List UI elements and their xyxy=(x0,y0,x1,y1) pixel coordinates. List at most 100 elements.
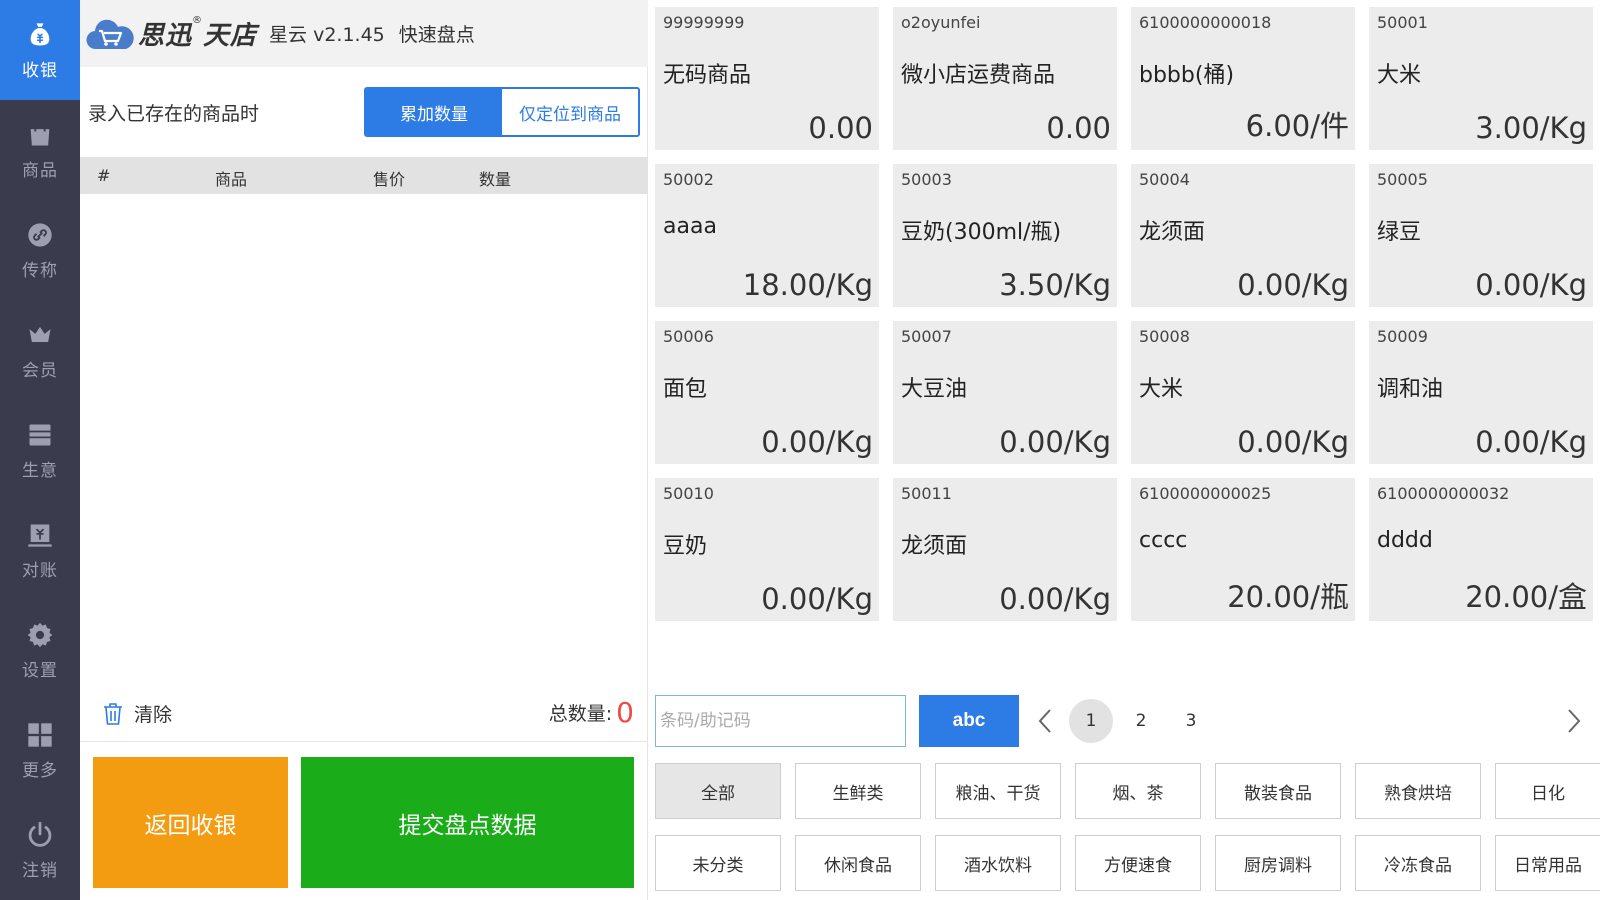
sidebar-item-label: 注销 xyxy=(22,860,58,881)
page-title: 快速盘点 xyxy=(398,24,475,46)
product-name: dddd xyxy=(1377,528,1433,553)
page-1-button[interactable]: 1 xyxy=(1069,699,1113,743)
product-price: 0.00/Kg xyxy=(1237,268,1349,302)
sidebar-item-products[interactable]: 商品 xyxy=(0,100,80,200)
product-tile[interactable]: 50004 龙须面 0.00/Kg xyxy=(1131,164,1355,307)
product-name: 豆奶(300ml/瓶) xyxy=(901,220,1062,245)
product-tile[interactable]: 6100000000032 dddd 20.00/盒 xyxy=(1369,478,1593,621)
product-code: 50005 xyxy=(1377,170,1428,189)
clear-button[interactable]: 清除 xyxy=(102,700,172,727)
submit-inventory-button[interactable]: 提交盘点数据 xyxy=(301,757,634,888)
inventory-panel: 思迅®天店 星云 v2.1.45 快速盘点 录入已存在的商品时 累加数量 仅定位… xyxy=(80,0,648,900)
product-price: 18.00/Kg xyxy=(742,268,873,302)
sidebar-item-cashier[interactable]: 收银 xyxy=(0,0,80,100)
product-tile[interactable]: 50011 龙须面 0.00/Kg xyxy=(893,478,1117,621)
product-price: 20.00/瓶 xyxy=(1227,580,1349,614)
sidebar-item-members[interactable]: 会员 xyxy=(0,300,80,400)
product-price: 0.00/Kg xyxy=(1475,268,1587,302)
product-tile[interactable]: 50002 aaaa 18.00/Kg xyxy=(655,164,879,307)
logo-text-part1: 思迅 xyxy=(138,21,193,51)
category-bulk-food[interactable]: 散装食品 xyxy=(1215,763,1341,819)
category-all[interactable]: 全部 xyxy=(655,763,781,819)
page-3-button[interactable]: 3 xyxy=(1169,699,1213,743)
product-tile[interactable]: 6100000000025 cccc 20.00/瓶 xyxy=(1131,478,1355,621)
sidebar-item-business[interactable]: 生意 xyxy=(0,400,80,500)
sidebar-item-more[interactable]: 更多 xyxy=(0,700,80,800)
product-name: 大米 xyxy=(1139,377,1184,402)
category-daily-goods[interactable]: 日常用品 xyxy=(1495,835,1600,891)
product-name: 无码商品 xyxy=(663,63,752,88)
total-label: 总数量: xyxy=(548,703,613,725)
sidebar-item-settings[interactable]: 设置 xyxy=(0,600,80,700)
item-table-header: # 商品 售价 数量 xyxy=(80,157,648,194)
category-tobacco-tea[interactable]: 烟、茶 xyxy=(1075,763,1201,819)
column-index: # xyxy=(97,166,111,185)
barcode-search-input[interactable] xyxy=(655,695,906,747)
product-code: 6100000000032 xyxy=(1377,484,1510,503)
summary-bar: 清除 总数量: 0 xyxy=(80,690,648,742)
sidebar-item-scale[interactable]: 传称 xyxy=(0,200,80,300)
logo-registered-mark: ® xyxy=(192,15,204,26)
category-frozen-food[interactable]: 冷冻食品 xyxy=(1355,835,1481,891)
power-icon xyxy=(25,820,55,850)
back-to-cashier-button[interactable]: 返回收银 xyxy=(93,757,288,888)
product-tile[interactable]: o2oyunfei 微小店运费商品 0.00 xyxy=(893,7,1117,150)
product-code: 50007 xyxy=(901,327,952,346)
entry-mode-label: 录入已存在的商品时 xyxy=(88,103,260,125)
product-price: 20.00/盒 xyxy=(1465,580,1587,614)
category-deli-bakery[interactable]: 熟食烘培 xyxy=(1355,763,1481,819)
product-tile[interactable]: 50001 大米 3.00/Kg xyxy=(1369,7,1593,150)
entry-mode-row: 录入已存在的商品时 累加数量 仅定位到商品 xyxy=(80,67,648,157)
page-next-button[interactable] xyxy=(1564,707,1584,735)
category-kitchen-seasoning[interactable]: 厨房调料 xyxy=(1215,835,1341,891)
product-tile[interactable]: 50008 大米 0.00/Kg xyxy=(1131,321,1355,464)
product-name: 调和油 xyxy=(1377,377,1444,402)
product-price: 0.00/Kg xyxy=(761,425,873,459)
product-price: 0.00/Kg xyxy=(999,425,1111,459)
total-quantity: 总数量: 0 xyxy=(549,696,634,729)
product-tile[interactable]: 50006 面包 0.00/Kg xyxy=(655,321,879,464)
product-code: 50011 xyxy=(901,484,952,503)
category-grain-oil[interactable]: 粮油、干货 xyxy=(935,763,1061,819)
product-tile[interactable]: 50007 大豆油 0.00/Kg xyxy=(893,321,1117,464)
product-code: 99999999 xyxy=(663,13,745,32)
product-name: 大豆油 xyxy=(901,377,968,402)
page-2-button[interactable]: 2 xyxy=(1119,699,1163,743)
page-prev-button[interactable] xyxy=(1035,707,1055,735)
product-tile[interactable]: 50003 豆奶(300ml/瓶) 3.50/Kg xyxy=(893,164,1117,307)
sidebar-item-reconcile[interactable]: 对账 xyxy=(0,500,80,600)
product-tile[interactable]: 50009 调和油 0.00/Kg xyxy=(1369,321,1593,464)
trash-icon xyxy=(104,702,122,725)
category-daily-chemical[interactable]: 日化 xyxy=(1495,763,1600,819)
sidebar-item-label: 设置 xyxy=(22,660,58,681)
money-bag-icon xyxy=(25,20,55,50)
product-code: o2oyunfei xyxy=(901,13,981,32)
product-tile[interactable]: 50005 绿豆 0.00/Kg xyxy=(1369,164,1593,307)
sidebar-item-label: 收银 xyxy=(22,60,58,81)
sidebar-item-label: 传称 xyxy=(22,260,58,281)
product-tile[interactable]: 6100000000018 bbbb(桶) 6.00/件 xyxy=(1131,7,1355,150)
category-uncategorized[interactable]: 未分类 xyxy=(655,835,781,891)
search-row: abc 1 2 3 xyxy=(655,695,1600,747)
store-icon xyxy=(25,420,55,450)
sidebar-item-logout[interactable]: 注销 xyxy=(0,800,80,900)
product-tile[interactable]: 99999999 无码商品 0.00 xyxy=(655,7,879,150)
link-icon xyxy=(25,220,55,250)
product-name: 大米 xyxy=(1377,63,1422,88)
category-beverages[interactable]: 酒水饮料 xyxy=(935,835,1061,891)
product-name: 面包 xyxy=(663,377,708,402)
keyboard-toggle-button[interactable]: abc xyxy=(919,695,1019,747)
locate-only-button[interactable]: 仅定位到商品 xyxy=(502,89,638,135)
product-code: 50009 xyxy=(1377,327,1428,346)
category-fresh[interactable]: 生鲜类 xyxy=(795,763,921,819)
entry-mode-toggle: 累加数量 仅定位到商品 xyxy=(364,87,640,137)
product-tile[interactable]: 50010 豆奶 0.00/Kg xyxy=(655,478,879,621)
product-name: 豆奶 xyxy=(663,534,708,559)
product-code: 50003 xyxy=(901,170,952,189)
category-instant-food[interactable]: 方便速食 xyxy=(1075,835,1201,891)
chevron-right-icon xyxy=(1568,709,1581,733)
category-snacks[interactable]: 休闲食品 xyxy=(795,835,921,891)
product-code: 6100000000018 xyxy=(1139,13,1272,32)
product-code: 50002 xyxy=(663,170,714,189)
accumulate-quantity-button[interactable]: 累加数量 xyxy=(366,89,502,135)
